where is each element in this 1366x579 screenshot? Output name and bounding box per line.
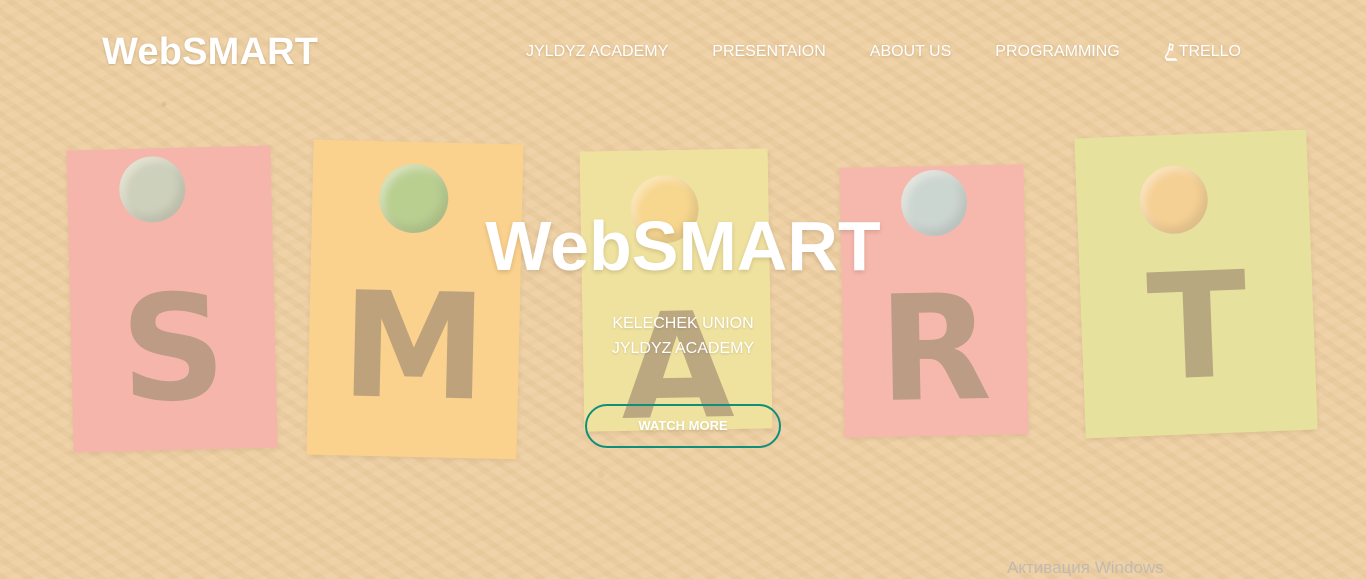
top-navigation: WebSMART JYLDYZ ACADEMY PRESENTAION ABOU…: [0, 0, 1366, 100]
nav-about-us[interactable]: ABOUT US: [870, 43, 952, 61]
hero-section: S M A R T WebSMART JYLDYZ ACADEMY PRESEN…: [0, 0, 1366, 579]
hero-title: WebSMART: [485, 207, 881, 285]
nav-jyldyz-academy[interactable]: JYLDYZ ACADEMY: [526, 43, 668, 61]
microscope-icon: [1164, 43, 1178, 61]
brand-logo[interactable]: WebSMART: [102, 31, 318, 74]
nav-trello[interactable]: TRELLO: [1164, 43, 1241, 61]
subtitle-line-2: JYLDYZ ACADEMY: [611, 340, 755, 357]
main-nav: JYLDYZ ACADEMY PRESENTAION ABOUT US PROG…: [526, 43, 1241, 61]
hero-content: WebSMART KELECHEK UNION JYLDYZ ACADEMY W…: [0, 204, 1366, 448]
subtitle-line-1: KELECHEK UNION: [612, 315, 754, 332]
watch-more-button[interactable]: WATCH MORE: [585, 404, 781, 448]
nav-programming[interactable]: PROGRAMMING: [995, 43, 1119, 61]
hero-subtitle: KELECHEK UNION JYLDYZ ACADEMY: [0, 311, 1366, 361]
windows-activation-watermark: Активация Windows: [1007, 558, 1164, 577]
nav-presentaion[interactable]: PRESENTAION: [712, 43, 826, 61]
nav-trello-label: TRELLO: [1178, 43, 1241, 60]
